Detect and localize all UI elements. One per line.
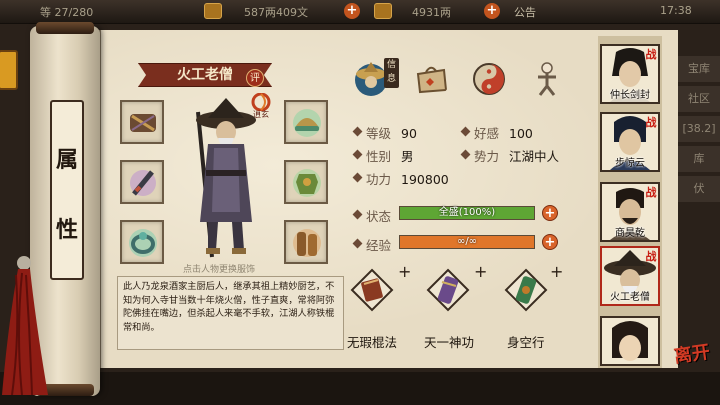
clock: 17:38 (660, 4, 692, 17)
status-label: 状态 (366, 206, 391, 225)
attr-favor: 好感 100 (474, 123, 533, 142)
gear-slot-ring[interactable] (120, 220, 164, 264)
roster-name: 仲长剑封 (610, 90, 650, 101)
bundle-icon[interactable] (412, 60, 450, 98)
power-value: 190800 (401, 172, 449, 187)
gear-slot-hat[interactable] (284, 100, 328, 144)
scroll-cap-top (36, 22, 94, 34)
silver-amount: 587两409文 (244, 6, 308, 19)
exp-bar-text: ∞/∞ (456, 236, 478, 247)
notice-button[interactable]: 公告 (514, 4, 536, 20)
armor-icon (293, 169, 321, 197)
leave-button[interactable]: 离开 (668, 337, 716, 373)
exp-bar: ∞/∞ (399, 235, 535, 249)
level-progress: 等 27/280 (40, 6, 94, 19)
hero-portrait[interactable] (178, 92, 268, 262)
attr-faction: 势力 江湖中人 (474, 146, 559, 165)
scroll-book-icon[interactable] (350, 268, 394, 312)
info-tab-tag: 信息 (384, 58, 399, 88)
faction-value: 江湖中人 (509, 149, 560, 164)
exp-label-text: 经验 (366, 238, 392, 253)
gear-slot-weapon[interactable] (120, 100, 164, 144)
skill-add-icon[interactable]: + (398, 262, 411, 281)
favor-label: 好感 (474, 126, 500, 141)
side-tab: 社区 (676, 86, 720, 112)
skill-name: 身空行 (507, 335, 545, 350)
top-status-bar: 等 27/280 587两409文 + 4931两 + 公告 17:38 (0, 0, 720, 24)
helmet-icon (293, 109, 321, 137)
status-label-text: 状态 (366, 209, 392, 224)
side-tab: 宝库 (676, 56, 720, 82)
status-bar-text: 全盛(100%) (438, 207, 496, 218)
attr-power: 功力 190800 (366, 169, 449, 188)
skill-name: 无瑕棍法 (347, 335, 398, 350)
roster-card[interactable] (600, 316, 660, 366)
sandals-icon (293, 229, 321, 257)
yin-yang-icon[interactable] (470, 60, 508, 98)
portrait-girl-icon (612, 321, 648, 361)
roster-card-selected[interactable]: 战 火工老僧 (600, 246, 660, 306)
bracer-icon (130, 114, 156, 132)
side-tab: [38.2] (676, 116, 720, 142)
side-tab: 伏 (676, 176, 720, 202)
ring-icon (129, 229, 157, 257)
menu-icon[interactable] (0, 50, 18, 90)
status-plus-button[interactable]: + (542, 205, 558, 221)
gold-amount: 4931两 (412, 6, 451, 19)
gear-slot-dagger[interactable] (120, 160, 164, 204)
gender-label: 性别 (366, 149, 392, 164)
bottom-dock (0, 372, 720, 405)
red-tassel-icon (2, 256, 48, 395)
section-char-1: 属 (55, 147, 78, 173)
roster-card[interactable]: 战 商昊乾 (600, 182, 660, 242)
evaluate-button[interactable]: 评 (246, 69, 264, 87)
level-label: 等级 (366, 126, 392, 141)
attr-gender: 性别男 (366, 146, 414, 165)
background-side-tabs: 宝库 社区 [38.2] 库 伏 (676, 56, 720, 206)
green-scroll-icon[interactable] (504, 268, 548, 312)
gold-icon (374, 3, 392, 19)
silver-icon (204, 3, 222, 19)
in-battle-tag: 战 (645, 250, 657, 263)
gear-slot-boots[interactable] (284, 220, 328, 264)
status-bar: 全盛(100%) (399, 206, 535, 220)
faction-label: 势力 (474, 149, 500, 164)
skill-add-icon[interactable]: + (474, 262, 487, 281)
in-battle-tag: 战 (645, 186, 657, 199)
roster-name: 火工老僧 (610, 292, 650, 303)
change-outfit-hint: 点击人物更换服饰 (183, 265, 256, 275)
add-silver-button[interactable]: + (344, 3, 360, 19)
skill-name: 天一神功 (424, 335, 475, 350)
hero-biography: 此人乃龙泉酒家主厨后人，继承其祖上精妙厨艺，不知为何入寺甘当数十年烧火僧，性子直… (117, 276, 344, 350)
power-label: 功力 (366, 172, 392, 187)
in-battle-tag: 战 (645, 48, 657, 61)
skill-add-icon[interactable]: + (550, 262, 563, 281)
exp-label: 经验 (366, 235, 391, 254)
body-figure-icon[interactable] (528, 60, 566, 98)
purple-scroll-icon[interactable] (426, 268, 470, 312)
gender-value: 男 (401, 149, 414, 164)
exp-plus-button[interactable]: + (542, 234, 558, 250)
roster-name: 商昊乾 (615, 228, 645, 239)
favor-value: 100 (509, 126, 533, 141)
roster-name: 步惊云 (615, 158, 645, 169)
dagger-icon (130, 170, 156, 196)
add-gold-button[interactable]: + (484, 3, 500, 19)
in-battle-tag: 战 (645, 116, 657, 129)
gear-slot-armor[interactable] (284, 160, 328, 204)
section-char-2: 性 (55, 217, 78, 243)
roster-card[interactable]: 战 仲长剑封 (600, 44, 660, 104)
section-label: 属 性 (50, 100, 84, 280)
side-tab: 库 (676, 146, 720, 172)
level-value: 90 (401, 126, 417, 141)
roster-card[interactable]: 战 步惊云 (600, 112, 660, 172)
attr-level: 等级 90 (366, 123, 417, 142)
